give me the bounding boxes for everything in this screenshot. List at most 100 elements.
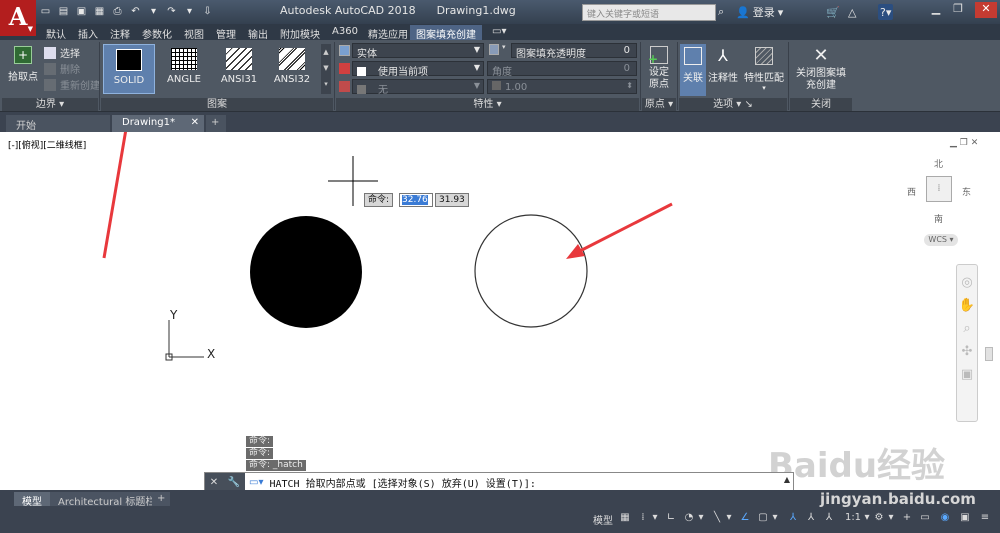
polar-dropdown-icon[interactable]: ▾ [694, 512, 708, 526]
hatch-type-dropdown[interactable]: 实体 ▼ [352, 43, 484, 60]
background-color-dropdown[interactable]: 无 ▼ [352, 79, 484, 96]
dynamic-input-y[interactable]: 31.93 [435, 193, 469, 207]
tab-view[interactable]: 视图 [178, 25, 210, 41]
transparency-dropdown-icon[interactable]: ▾ [502, 43, 506, 51]
application-menu-button[interactable]: A ▼ [0, 0, 36, 36]
tab-home[interactable]: 默认 [40, 25, 72, 41]
print-icon[interactable]: ⎙ [110, 4, 125, 19]
command-line[interactable]: ✕ 🔧 ▭▾ HATCH 拾取内部点或 [选择对象(S) 放弃(U) 设置(T)… [204, 472, 794, 492]
undo-dropdown-icon[interactable]: ▾ [146, 4, 161, 19]
customization-icon[interactable]: ≡ [978, 512, 992, 526]
customize-qat-icon[interactable]: ⇩ [200, 4, 215, 19]
pattern-ansi31[interactable]: ANSI31 [213, 44, 265, 94]
help-icon[interactable]: ?▾ [878, 4, 894, 20]
search-icon[interactable]: ⌕ [718, 4, 724, 20]
pattern-ansi32[interactable]: ANSI32 [266, 44, 318, 94]
pattern-solid[interactable]: SOLID [103, 44, 155, 94]
grid-icon[interactable]: ▦ [618, 512, 632, 526]
boundary-panel-label[interactable]: 边界 ▾ [2, 98, 98, 111]
sign-in[interactable]: 👤 登录 ▾ [736, 4, 783, 20]
ribbon-minimize-icon[interactable]: ▭▾ [486, 25, 512, 40]
dynamic-input-x[interactable]: 32.76 [399, 193, 433, 207]
viewcube-face[interactable]: ⁞ [926, 176, 952, 202]
recent-commands-icon[interactable]: ▭▾ [245, 477, 263, 488]
doc-tab-start[interactable]: 开始 [6, 115, 110, 132]
viewport-window-controls[interactable]: ▁ ❐ ✕ [950, 138, 978, 148]
set-origin-button[interactable]: + 设定原点 [644, 44, 674, 91]
origin-panel-label[interactable]: 原点 ▾ [642, 98, 676, 111]
tab-hatch-creation[interactable]: 图案填充创建 [410, 25, 482, 41]
object-snap-dropdown-icon[interactable]: ▾ [768, 512, 782, 526]
tab-a360[interactable]: A360 [326, 25, 364, 40]
remove-boundaries-button[interactable]: 删除 [44, 61, 80, 76]
orbit-icon[interactable]: ✣ [957, 344, 977, 359]
new-layout-button[interactable]: + [152, 492, 171, 506]
pattern-gallery-scroll[interactable]: ▲ ▼ ▾ [321, 44, 331, 94]
scale-field[interactable]: 1.00 ⬍ [487, 79, 637, 94]
pattern-angle[interactable]: ANGLE [158, 44, 210, 94]
model-space-button[interactable]: 模型 [592, 512, 614, 527]
vertical-scrollbar[interactable] [985, 347, 993, 361]
minimize-icon[interactable]: ▁ [928, 2, 944, 18]
doc-tab-drawing1[interactable]: Drawing1* ✕ [112, 115, 204, 132]
new-file-icon[interactable]: ▭ [38, 4, 53, 19]
open-file-icon[interactable]: ▤ [56, 4, 71, 19]
close-hatch-creation-button[interactable]: ✕ 关闭图案填充创建 [792, 44, 850, 92]
steering-wheel-icon[interactable]: ◎ [957, 275, 977, 290]
viewcube-west[interactable]: 西 [907, 185, 916, 198]
angle-field[interactable]: 角度 0 [487, 61, 637, 78]
isodraft-dropdown-icon[interactable]: ▾ [722, 512, 736, 526]
empty-circle[interactable] [474, 214, 588, 328]
tab-parametric[interactable]: 参数化 [136, 25, 178, 41]
drawing-canvas[interactable]: [-][俯视][二维线框] Y X 命令: 32.76 31.93 北 南 西 … [0, 132, 1000, 490]
restore-icon[interactable]: ❐ [950, 2, 966, 18]
viewcube-south[interactable]: 南 [934, 212, 943, 225]
workspace-dropdown-icon[interactable]: ▾ [884, 512, 898, 526]
object-snap-tracking-icon[interactable]: ∠ [738, 512, 752, 526]
select-objects-button[interactable]: 选择 [44, 45, 80, 60]
tab-addins[interactable]: 附加模块 [274, 25, 326, 41]
clean-screen-icon[interactable]: ▣ [958, 512, 972, 526]
annotation-monitor-icon[interactable]: + [900, 512, 914, 526]
transparency-field[interactable]: 图案填充透明度 0 [511, 43, 637, 60]
zoom-icon[interactable]: ⌕ [957, 321, 977, 336]
options-panel-label[interactable]: 选项 ▾ ↘ [679, 98, 787, 111]
units-icon[interactable]: ▭ [918, 512, 932, 526]
wcs-menu[interactable]: WCS ▾ [924, 234, 958, 246]
undo-icon[interactable]: ↶ [128, 4, 143, 19]
tab-output[interactable]: 输出 [242, 25, 274, 41]
tab-featured-apps[interactable]: 精选应用 [362, 25, 414, 41]
auto-scale-icon[interactable]: ⅄ [804, 512, 818, 526]
properties-panel-label[interactable]: 特性 ▾ [336, 98, 639, 111]
tab-insert[interactable]: 插入 [72, 25, 104, 41]
solid-hatched-circle[interactable] [250, 216, 362, 328]
autodesk-a360-icon[interactable]: △ [848, 4, 856, 20]
ortho-icon[interactable]: ∟ [664, 512, 678, 526]
snap-dropdown-icon[interactable]: ▾ [648, 512, 662, 526]
close-window-icon[interactable]: ✕ [975, 2, 997, 18]
search-input[interactable]: 键入关键字或短语 [582, 4, 716, 21]
layout-tab-model[interactable]: 模型 [14, 492, 50, 508]
isolate-objects-icon[interactable]: ◉ [938, 512, 952, 526]
new-tab-button[interactable]: + [206, 115, 226, 132]
viewcube-north[interactable]: 北 [934, 157, 943, 170]
tab-manage[interactable]: 管理 [210, 25, 242, 41]
customize-icon[interactable]: 🔧 [228, 477, 240, 488]
tab-annotate[interactable]: 注释 [104, 25, 136, 41]
layout-tab-architectural[interactable]: Architectural 标题栏 [50, 492, 164, 508]
command-prompt[interactable]: HATCH 拾取内部点或 [选择对象(S) 放弃(U) 设置(T)]: [263, 475, 535, 490]
annotative-toggle[interactable]: ⅄ 注释性 [708, 44, 738, 85]
command-scroll-icon[interactable]: ▲ [784, 475, 790, 484]
associative-toggle[interactable]: 关联 [680, 44, 706, 96]
redo-icon[interactable]: ↷ [164, 4, 179, 19]
autodesk-app-store-icon[interactable]: 🛒 [826, 4, 840, 20]
save-as-icon[interactable]: ▦ [92, 4, 107, 19]
recreate-boundary-button[interactable]: 重新创建 [44, 77, 100, 92]
close-tab-icon[interactable]: ✕ [191, 117, 199, 128]
pick-points-button[interactable]: + 拾取点 [6, 44, 40, 83]
annotation-visibility-icon[interactable]: ⅄ [786, 512, 800, 526]
viewcube-east[interactable]: 东 [962, 185, 971, 198]
hatch-color-dropdown[interactable]: 使用当前项 ▼ [352, 61, 484, 78]
save-icon[interactable]: ▣ [74, 4, 89, 19]
close-command-icon[interactable]: ✕ [210, 477, 218, 488]
